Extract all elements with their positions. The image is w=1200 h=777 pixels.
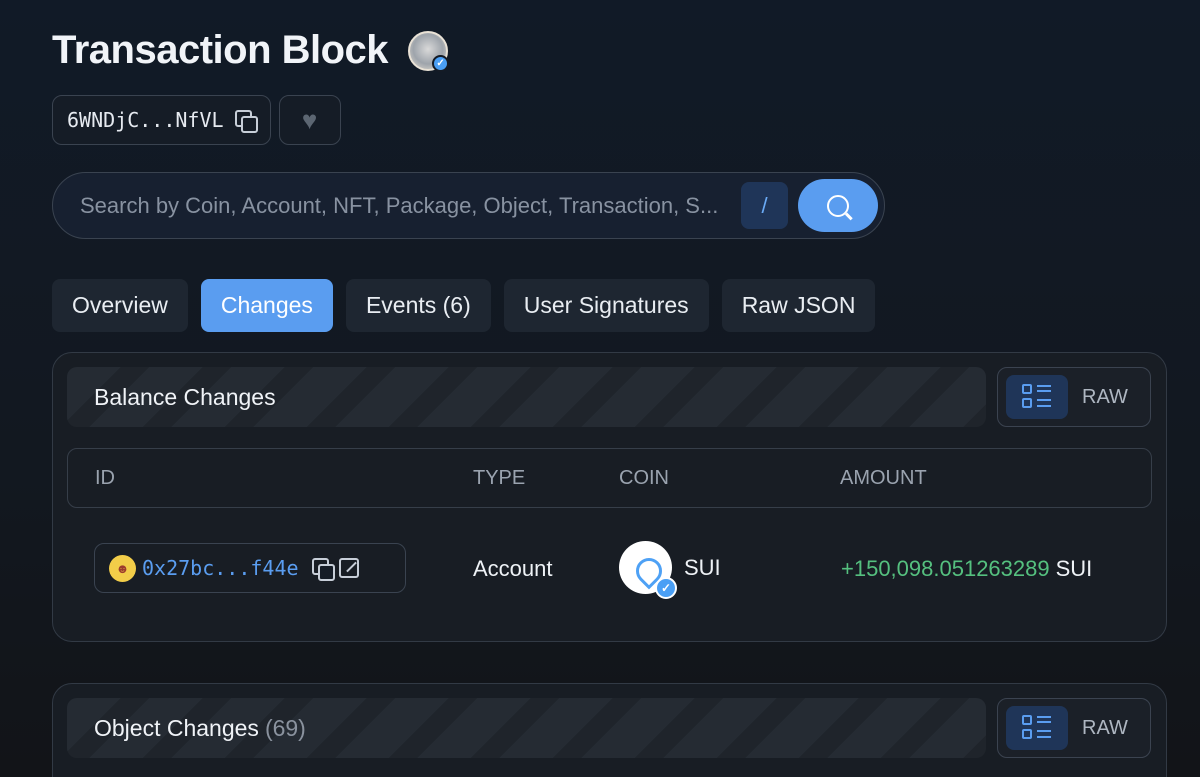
amount-unit: SUI <box>1055 556 1093 581</box>
search-input[interactable] <box>80 192 741 219</box>
coin-cell: ✓ SUI <box>619 541 721 599</box>
object-changes-header: Object Changes (69) <box>67 698 986 758</box>
amount-cell: +150,098.051263289 SUI <box>841 556 1092 582</box>
tx-hash[interactable]: 6WNDjC...NfVL <box>67 108 224 132</box>
verified-badge-icon: ✓ <box>655 577 677 599</box>
amount-value: +150,098.051263289 <box>841 556 1050 581</box>
verified-badge-icon: ✓ <box>432 54 450 72</box>
column-id: ID <box>95 467 115 489</box>
copy-icon[interactable] <box>311 557 335 581</box>
tab-user-signatures[interactable]: User Signatures <box>503 279 709 332</box>
page-title: Transaction Block <box>52 28 389 72</box>
account-avatar: ☻ <box>109 554 136 582</box>
search-shortcut-key: / <box>741 182 788 229</box>
heart-icon: ♥ <box>301 105 318 135</box>
drop-icon <box>634 554 658 582</box>
search-icon <box>827 194 849 217</box>
tab-changes[interactable]: Changes <box>200 279 333 332</box>
address-pill: ☻ 0x27bc...f44e <box>94 543 406 593</box>
column-coin: COIN <box>619 467 669 489</box>
balance-changes-header: Balance Changes <box>67 367 986 427</box>
view-toggle: RAW <box>997 367 1151 427</box>
section-title: Object Changes <box>94 714 259 741</box>
favorite-button[interactable]: ♥ <box>278 95 341 145</box>
tab-raw-json[interactable]: Raw JSON <box>721 279 876 332</box>
search-bar: / <box>52 172 885 239</box>
tab-bar: Overview Changes Events (6) User Signatu… <box>52 279 876 332</box>
copy-icon[interactable] <box>234 109 258 133</box>
raw-view-button[interactable]: RAW <box>1082 386 1128 409</box>
row-type: Account <box>473 556 553 581</box>
tab-overview[interactable]: Overview <box>52 279 188 332</box>
search-button[interactable] <box>798 179 878 232</box>
raw-view-button[interactable]: RAW <box>1082 717 1128 740</box>
whale-avatar[interactable]: ✓ <box>408 30 450 72</box>
hash-row: 6WNDjC...NfVL ♥ <box>52 95 341 145</box>
column-type: TYPE <box>473 467 526 489</box>
balance-changes-panel: Balance Changes RAW ID TYPE COIN AMOUNT … <box>52 352 1167 642</box>
object-changes-panel: Object Changes (69) RAW <box>52 683 1167 777</box>
list-view-button[interactable] <box>1006 375 1068 419</box>
tx-hash-pill: 6WNDjC...NfVL <box>52 95 271 145</box>
edit-icon[interactable] <box>338 558 359 578</box>
table-header: ID TYPE COIN AMOUNT <box>67 448 1152 508</box>
view-toggle: RAW <box>997 698 1151 758</box>
coin-name[interactable]: SUI <box>684 555 721 581</box>
object-count: (69) <box>264 714 306 741</box>
list-view-icon <box>1022 715 1052 741</box>
section-title: Balance Changes <box>94 383 276 410</box>
sui-logo-icon: ✓ <box>619 541 677 599</box>
title-row: Transaction Block ✓ <box>52 28 450 73</box>
column-amount: AMOUNT <box>840 467 927 489</box>
list-view-icon <box>1022 384 1052 410</box>
address-link[interactable]: 0x27bc...f44e <box>142 556 299 580</box>
list-view-button[interactable] <box>1006 706 1068 750</box>
tab-events[interactable]: Events (6) <box>345 279 491 332</box>
